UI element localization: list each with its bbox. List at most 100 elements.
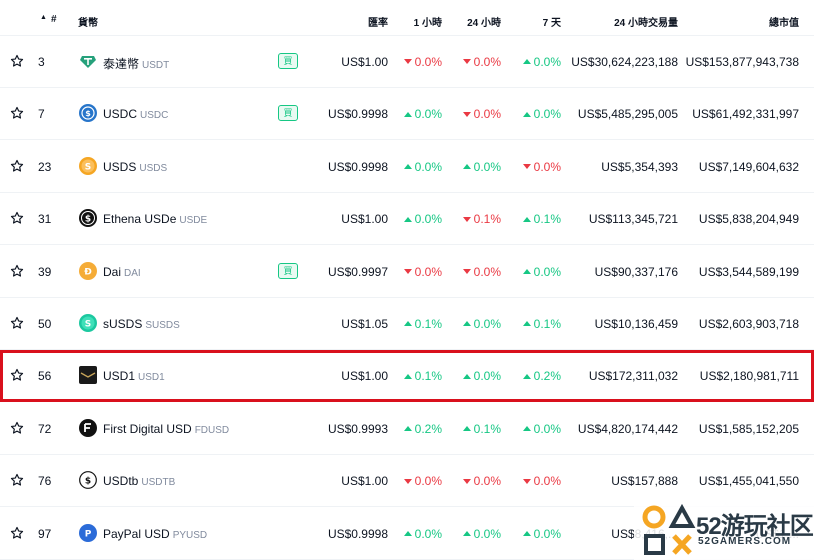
volume-24h: US$157,888 [611, 474, 678, 489]
volume-24h: US$172,311,032 [588, 369, 678, 384]
watchlist-star-icon[interactable] [10, 473, 24, 487]
watchlist-star-icon[interactable] [10, 316, 24, 330]
coin-price: US$0.9993 [327, 421, 388, 436]
change-7d: 0.0% [522, 160, 561, 174]
header-24h[interactable]: 24 小時 [467, 14, 501, 29]
header-price[interactable]: 匯率 [368, 14, 388, 29]
caret-down-icon [462, 478, 471, 484]
caret-down-icon [403, 59, 412, 65]
watchlist-star-icon[interactable] [10, 368, 24, 382]
coin-name: Dai [103, 264, 122, 279]
volume-24h: US$5,354,393 [601, 159, 678, 174]
caret-up-icon [403, 373, 412, 379]
caret-down-icon [462, 59, 471, 65]
header-rank[interactable]: # [51, 14, 57, 25]
coin-symbol: USDE [179, 215, 208, 227]
volume-24h: US$5,485,295,005 [577, 107, 678, 122]
svg-text:Đ: Đ [84, 267, 92, 277]
caret-up-icon [462, 530, 471, 536]
watchlist-star-icon[interactable] [10, 211, 24, 225]
coin-name: First Digital USD [103, 421, 192, 436]
svg-text:$: $ [85, 109, 91, 118]
caret-down-icon [462, 268, 471, 274]
table-row[interactable]: 39 Đ Dai DAI 買 US$0.9997 0.0% 0.0% 0.0% U… [0, 246, 814, 298]
coin-name-link[interactable]: Dai DAI [103, 265, 141, 279]
coin-name: 泰達幣 [103, 57, 140, 71]
watchlist-star-icon[interactable] [10, 421, 24, 435]
change-7d: 0.1% [522, 212, 561, 226]
caret-up-icon [522, 268, 531, 274]
volume-24h: US$10,136,459 [594, 317, 678, 331]
buy-button[interactable]: 買 [278, 105, 298, 122]
coin-price: US$0.9998 [327, 107, 388, 122]
buy-button[interactable]: 買 [278, 262, 298, 279]
volume-24h: US$90,337,176 [594, 264, 678, 279]
table-row[interactable]: 72 First Digital USD FDUSD US$0.9993 0.2%… [0, 403, 814, 455]
watchlist-star-icon[interactable] [10, 159, 24, 173]
coin-name-link[interactable]: USDS USDS [103, 160, 167, 174]
caret-up-icon [522, 373, 531, 379]
table-row[interactable]: 3 泰達幣 USDT 買 US$1.00 0.0% 0.0% 0.0% US$30… [0, 36, 814, 88]
caret-up-icon [403, 216, 412, 222]
caret-up-icon [522, 216, 531, 222]
change-1h: 0.0% [403, 474, 442, 488]
change-24h: 0.0% [462, 527, 501, 541]
caret-up-icon [462, 321, 471, 327]
market-cap: US$7,149,604,632 [698, 159, 799, 174]
coin-price: US$1.00 [341, 369, 388, 384]
buy-button[interactable]: 買 [278, 53, 298, 69]
header-7d[interactable]: 7 天 [543, 14, 561, 29]
coin-price: US$1.00 [341, 55, 388, 69]
coin-name-link[interactable]: USDC USDC [103, 107, 168, 121]
coin-name-link[interactable]: PayPal USD PYUSD [103, 527, 207, 541]
svg-text:S: S [85, 162, 91, 172]
coin-rank: 39 [38, 264, 52, 279]
usd1-icon [79, 366, 97, 385]
watermark-logo-icon [642, 504, 696, 555]
coin-name-link[interactable]: USDtb USDTB [103, 474, 175, 488]
header-volume[interactable]: 24 小時交易量 [614, 14, 678, 29]
table-row[interactable]: 50 S sUSDS SUSDS US$1.05 0.1% 0.0% 0.1% U… [0, 298, 814, 350]
coin-name: sUSDS [103, 317, 143, 331]
volume-24h: US$113,345,721 [588, 212, 678, 227]
caret-down-icon [462, 111, 471, 117]
coin-name-link[interactable]: 泰達幣 USDT [103, 55, 169, 72]
table-row[interactable]: 23 S USDS USDS US$0.9998 0.0% 0.0% 0.0% U… [0, 141, 814, 193]
coin-name: USD1 [103, 369, 136, 384]
coin-rank: 56 [38, 369, 52, 384]
caret-up-icon [462, 426, 471, 432]
market-cap: US$1,455,041,550 [698, 474, 799, 489]
header-market-cap[interactable]: 總市值 [769, 14, 799, 29]
market-cap: US$61,492,331,997 [692, 107, 799, 122]
watchlist-star-icon[interactable] [10, 54, 24, 68]
market-cap: US$2,603,903,718 [698, 317, 799, 331]
header-coin[interactable]: 貨幣 [78, 14, 98, 29]
coin-rank: 72 [38, 421, 52, 436]
fdusd-icon [79, 418, 97, 437]
coin-name-link[interactable]: First Digital USD FDUSD [103, 422, 229, 436]
coin-name-link[interactable]: Ethena USDe USDE [103, 212, 207, 226]
watchlist-star-icon[interactable] [10, 264, 24, 278]
coin-name: USDtb [103, 474, 139, 489]
change-1h: 0.0% [403, 212, 442, 226]
coin-name-link[interactable]: sUSDS SUSDS [103, 317, 180, 331]
table-row[interactable]: 7 $ USDC USDC 買 US$0.9998 0.0% 0.0% 0.0% … [0, 88, 814, 141]
header-1h[interactable]: 1 小時 [414, 14, 442, 29]
coin-rank: 23 [38, 159, 52, 174]
watchlist-star-icon[interactable] [10, 526, 24, 540]
change-24h: 0.0% [462, 160, 501, 174]
change-24h: 0.0% [462, 265, 501, 279]
caret-down-icon [403, 478, 412, 484]
sort-arrow-icon[interactable]: ▲ [40, 14, 47, 21]
coin-symbol: USDC [140, 110, 169, 122]
market-cap: US$3,544,589,199 [698, 264, 799, 279]
caret-up-icon [462, 373, 471, 379]
table-row[interactable]: 56 USD1 USD1 US$1.00 0.1% 0.0% 0.2% US$17… [0, 350, 814, 403]
change-1h: 0.1% [403, 369, 442, 383]
change-7d: 0.1% [522, 317, 561, 331]
table-row[interactable]: 31 $ Ethena USDe USDE US$1.00 0.0% 0.1% 0… [0, 193, 814, 246]
watchlist-star-icon[interactable] [10, 106, 24, 120]
change-24h: 0.0% [462, 107, 501, 121]
coin-symbol: FDUSD [194, 424, 230, 436]
coin-name-link[interactable]: USD1 USD1 [103, 369, 165, 383]
